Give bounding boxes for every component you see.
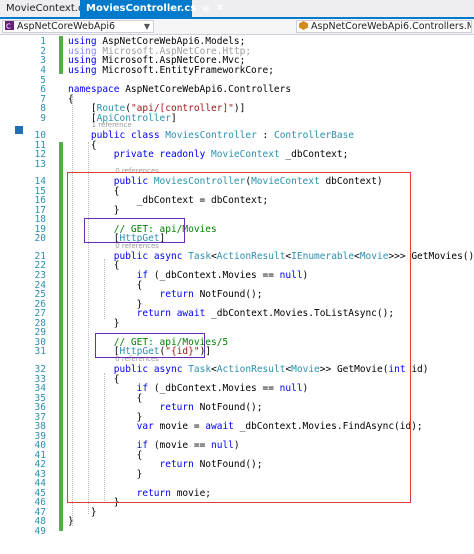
class-path: AspNetCoreWebApi6.Controllers.MoviesCont…: [311, 21, 471, 32]
project-name: AspNetCoreWebApi6: [17, 21, 116, 32]
pin-icon[interactable]: ⊕: [202, 4, 210, 14]
highlight-box-purple-getmovie: [95, 333, 205, 358]
code-line[interactable]: 49: [0, 525, 474, 538]
highlight-box-purple-getmovies: [84, 218, 185, 243]
tab-moviecontext[interactable]: MovieContext.cs: [0, 0, 89, 17]
change-indicator: [59, 224, 63, 531]
chevron-down-icon: ▼: [143, 22, 150, 31]
change-indicator: [59, 142, 63, 228]
project-dropdown[interactable]: C AspNetCoreWebApi6 ▼: [2, 20, 154, 33]
navigation-bar: C AspNetCoreWebApi6 ▼ AspNetCoreWebApi6.Co…: [0, 19, 474, 35]
class-dropdown[interactable]: AspNetCoreWebApi6.Controllers.MoviesCont…: [296, 20, 472, 33]
tab-bar: MovieContext.cs MoviesController.cs ⊕ ✕: [0, 0, 474, 19]
implementation-icon[interactable]: [15, 126, 23, 134]
tab-label: MovieContext.cs: [6, 3, 89, 14]
tab-moviescontroller[interactable]: MoviesController.cs ⊕ ✕: [80, 0, 224, 17]
close-icon[interactable]: ✕: [216, 3, 224, 14]
class-icon: [299, 21, 308, 30]
change-indicator: [59, 36, 63, 74]
line-number: 49: [34, 526, 46, 537]
csharp-project-icon: C: [5, 21, 14, 30]
tab-label: MoviesController.cs: [86, 3, 197, 14]
svg-text:C: C: [6, 23, 11, 31]
